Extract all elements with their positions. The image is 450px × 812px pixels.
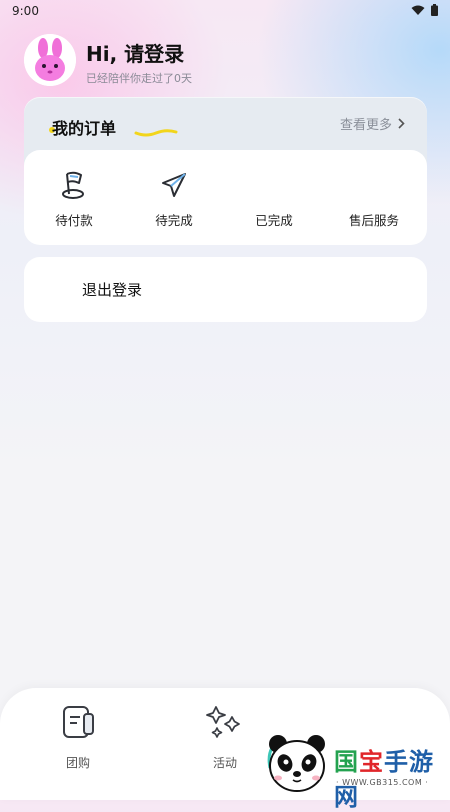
logout-button[interactable]: 退出登录 — [24, 257, 427, 322]
status-time: 9:00 — [12, 4, 39, 18]
order-after-sales[interactable]: 售后服务 — [324, 166, 424, 232]
order-pending-payment[interactable]: 待付款 — [24, 166, 124, 232]
wifi-icon — [411, 5, 425, 15]
battery-icon — [431, 4, 438, 16]
order-completed-label: 已完成 — [255, 213, 293, 228]
tab-activity[interactable]: 活动 — [185, 704, 265, 771]
order-pending-completion-label: 待完成 — [155, 213, 193, 228]
login-greeting[interactable]: Hi, 请登录 — [86, 38, 184, 67]
watermark-brand: 国宝手游网 — [334, 742, 450, 812]
avatar[interactable] — [24, 34, 76, 86]
watermark-logo: 国宝手游网 · WWW.GB315.COM · — [264, 726, 450, 811]
my-orders-card: 我的订单 查看更多 待付款 待完成 已完成 售后服务 — [24, 97, 427, 245]
bunny-avatar-icon — [24, 34, 76, 86]
chevron-right-icon — [398, 118, 405, 129]
watermark-brand-char-2: 宝 — [359, 748, 384, 776]
group-buy-icon — [63, 706, 94, 738]
watermark-url: · WWW.GB315.COM · — [336, 778, 429, 787]
flag-icon — [62, 171, 84, 199]
tab-group-buy[interactable]: 团购 — [38, 704, 118, 771]
status-icons — [411, 4, 438, 16]
order-completed[interactable]: 已完成 — [224, 166, 324, 232]
order-pending-completion[interactable]: 待完成 — [124, 166, 224, 232]
tab-group-buy-label: 团购 — [65, 756, 90, 770]
days-companion-text: 已经陪伴你走过了0天 — [86, 72, 192, 85]
tab-activity-label: 活动 — [212, 756, 237, 770]
order-after-sales-label: 售后服务 — [348, 213, 399, 228]
paper-plane-icon — [162, 173, 186, 197]
sparkle-icon — [206, 706, 240, 738]
view-more-link[interactable]: 查看更多 — [340, 114, 405, 133]
logout-label: 退出登录 — [82, 281, 143, 299]
profile-header[interactable]: Hi, 请登录 已经陪伴你走过了0天 — [24, 34, 424, 90]
panda-logo-icon — [267, 735, 325, 792]
orders-status-row: 待付款 待完成 已完成 售后服务 — [24, 150, 427, 245]
view-more-label: 查看更多 — [339, 118, 392, 133]
status-bar: 9:00 — [0, 0, 450, 22]
order-pending-payment-label: 待付款 — [55, 213, 93, 228]
watermark-brand-char-1: 国 — [334, 748, 359, 776]
orders-title: 我的订单 — [52, 119, 117, 138]
